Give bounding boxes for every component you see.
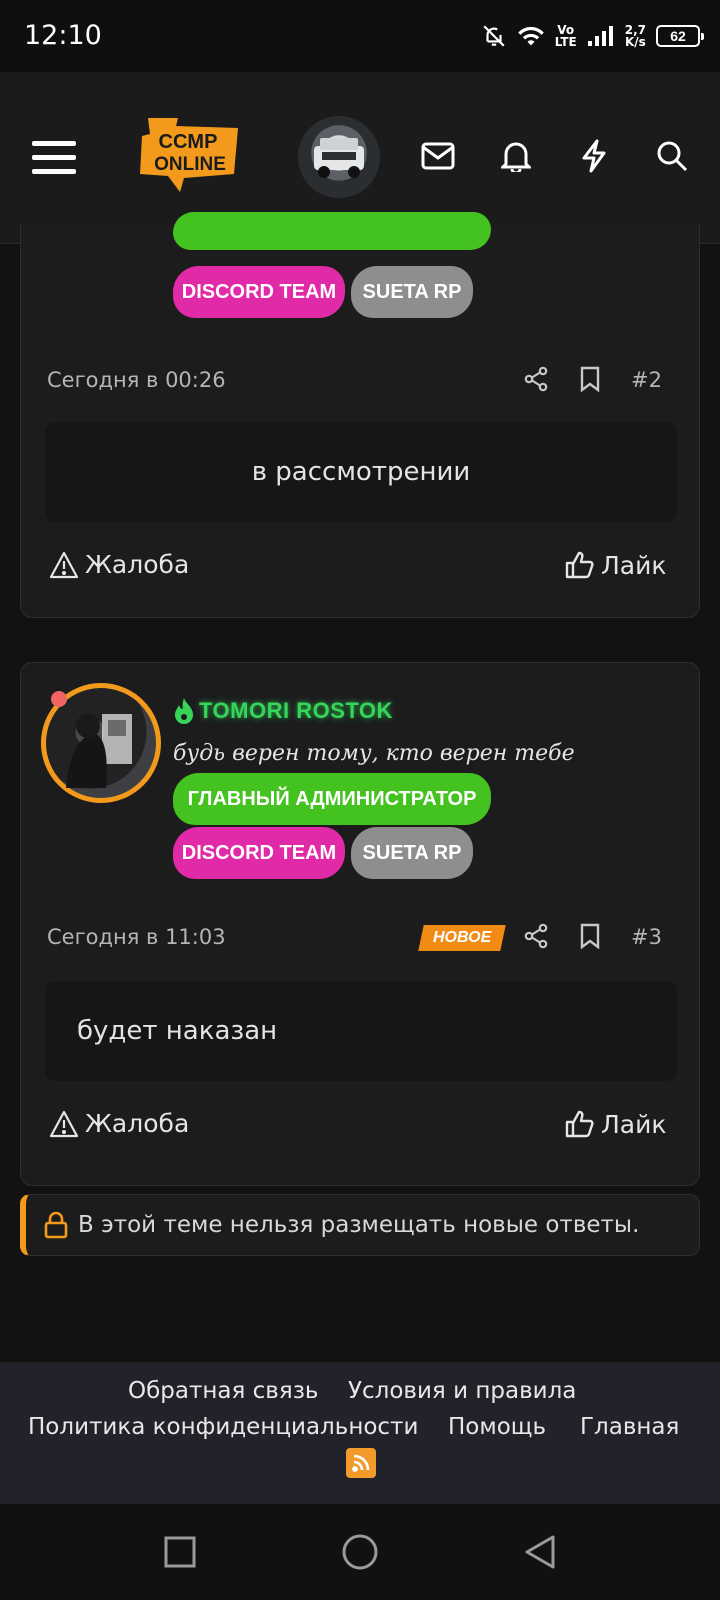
site-footer: Обратная связь Условия и правила Политик…	[0, 1362, 720, 1504]
report-button[interactable]: Жалоба	[49, 1109, 189, 1138]
rss-button[interactable]	[346, 1448, 376, 1478]
rss-icon	[352, 1454, 370, 1472]
bookmark-button[interactable]	[575, 921, 605, 951]
like-label: Лайк	[601, 1109, 667, 1139]
new-tag-text: НОВОЕ	[433, 929, 492, 946]
bookmark-icon	[580, 366, 600, 392]
menu-button[interactable]	[26, 130, 82, 186]
share-button[interactable]	[521, 921, 551, 951]
share-icon	[524, 923, 548, 949]
report-button[interactable]: Жалоба	[49, 550, 189, 579]
status-icons: Vo LTE 2,7 K/s 62	[481, 16, 704, 56]
car-avatar-image	[314, 138, 364, 178]
menu-icon	[32, 141, 76, 174]
thumbs-up-icon	[565, 551, 594, 579]
battery-level: 62	[670, 28, 686, 44]
badge-discord-team: DISCORD TEAM	[173, 827, 345, 879]
online-status-dot	[51, 691, 67, 707]
circle-icon	[342, 1534, 378, 1570]
post-message: в рассмотрении	[45, 422, 677, 522]
bolt-icon	[582, 139, 606, 173]
mail-icon	[421, 142, 455, 170]
user-avatar-header[interactable]	[298, 116, 380, 198]
badge-discord-team: DISCORD TEAM	[173, 266, 345, 318]
triangle-back-icon	[525, 1535, 555, 1569]
share-button[interactable]	[521, 364, 551, 394]
post-2: DISCORD TEAM SUETA RP Сегодня в 00:26 #2…	[20, 212, 700, 618]
badge-sueta-rp: SUETA RP	[351, 827, 473, 879]
search-icon	[657, 141, 688, 172]
share-icon	[524, 366, 548, 392]
username-text: TOMORI ROSTOK	[199, 698, 393, 723]
net-speed: 2,7 K/s	[625, 24, 646, 48]
locked-notice-text: В этой теме нельзя размещать новые ответ…	[78, 1212, 640, 1238]
android-nav-bar	[0, 1504, 720, 1600]
post-3: TOMORI ROSTOK будь верен тому, кто верен…	[20, 662, 700, 1186]
footer-link-help[interactable]: Помощь	[448, 1414, 546, 1440]
volte-indicator: Vo LTE	[555, 24, 577, 48]
net-speed-unit: K/s	[624, 35, 646, 49]
footer-link-feedback[interactable]: Обратная связь	[128, 1378, 318, 1404]
ccmp-online-logo: CCMP ONLINE	[140, 118, 238, 192]
footer-link-privacy[interactable]: Политика конфиденциальности	[28, 1414, 418, 1440]
report-label: Жалоба	[85, 550, 190, 579]
wifi-icon	[517, 26, 544, 46]
search-button[interactable]	[644, 128, 700, 184]
recents-button[interactable]	[158, 1530, 202, 1574]
bookmark-icon	[580, 923, 600, 949]
badge-chief-admin: ГЛАВНЫЙ АДМИНИСТРАТОР	[173, 773, 491, 825]
notifications-button[interactable]	[488, 128, 544, 184]
badge-chief-admin-partial	[173, 212, 491, 250]
warning-icon	[49, 1110, 79, 1137]
post-message-text: в рассмотрении	[251, 457, 471, 487]
thumbs-up-icon	[565, 1110, 594, 1138]
square-icon	[164, 1536, 196, 1568]
status-time: 12:10	[24, 20, 102, 51]
post-time[interactable]: Сегодня в 00:26	[47, 368, 226, 392]
home-button[interactable]	[338, 1530, 382, 1574]
battery-icon: 62	[656, 25, 704, 47]
thread-locked-notice: В этой теме нельзя размещать новые ответ…	[20, 1194, 700, 1256]
site-logo[interactable]: CCMP ONLINE	[138, 116, 238, 194]
new-post-tag: НОВОЕ	[418, 925, 507, 951]
back-button[interactable]	[518, 1530, 562, 1574]
bookmark-button[interactable]	[575, 364, 605, 394]
logo-line1: CCMP	[159, 131, 218, 153]
report-label: Жалоба	[85, 1109, 190, 1138]
signal-icon	[587, 26, 613, 46]
like-button[interactable]: Лайк	[565, 1109, 666, 1139]
like-label: Лайк	[601, 550, 667, 580]
mute-notifications-icon	[483, 25, 505, 47]
messages-button[interactable]	[410, 128, 466, 184]
like-button[interactable]: Лайк	[565, 550, 666, 580]
logo-line2: ONLINE	[154, 154, 226, 175]
footer-link-home[interactable]: Главная	[580, 1414, 679, 1440]
post-number[interactable]: #2	[631, 368, 662, 392]
post-time[interactable]: Сегодня в 11:03	[47, 925, 226, 949]
thread-content: DISCORD TEAM SUETA RP Сегодня в 00:26 #2…	[0, 212, 720, 1362]
flame-icon	[175, 698, 193, 724]
user-custom-title: будь верен тому, кто верен тебе	[173, 741, 575, 766]
post-number[interactable]: #3	[631, 925, 662, 949]
badge-sueta-rp: SUETA RP	[351, 266, 473, 318]
status-bar: 12:10 Vo LTE 2,7 K/s 62	[0, 0, 720, 72]
author-username[interactable]: TOMORI ROSTOK	[173, 697, 393, 725]
warning-icon	[49, 551, 79, 578]
footer-link-terms[interactable]: Условия и правила	[348, 1378, 576, 1404]
bell-icon	[501, 142, 531, 172]
post-message: будет наказан	[45, 981, 677, 1081]
whats-new-button[interactable]	[566, 128, 622, 184]
lock-icon	[44, 1211, 68, 1239]
post-message-text: будет наказан	[77, 1016, 278, 1046]
volte-lte: LTE	[554, 35, 577, 49]
